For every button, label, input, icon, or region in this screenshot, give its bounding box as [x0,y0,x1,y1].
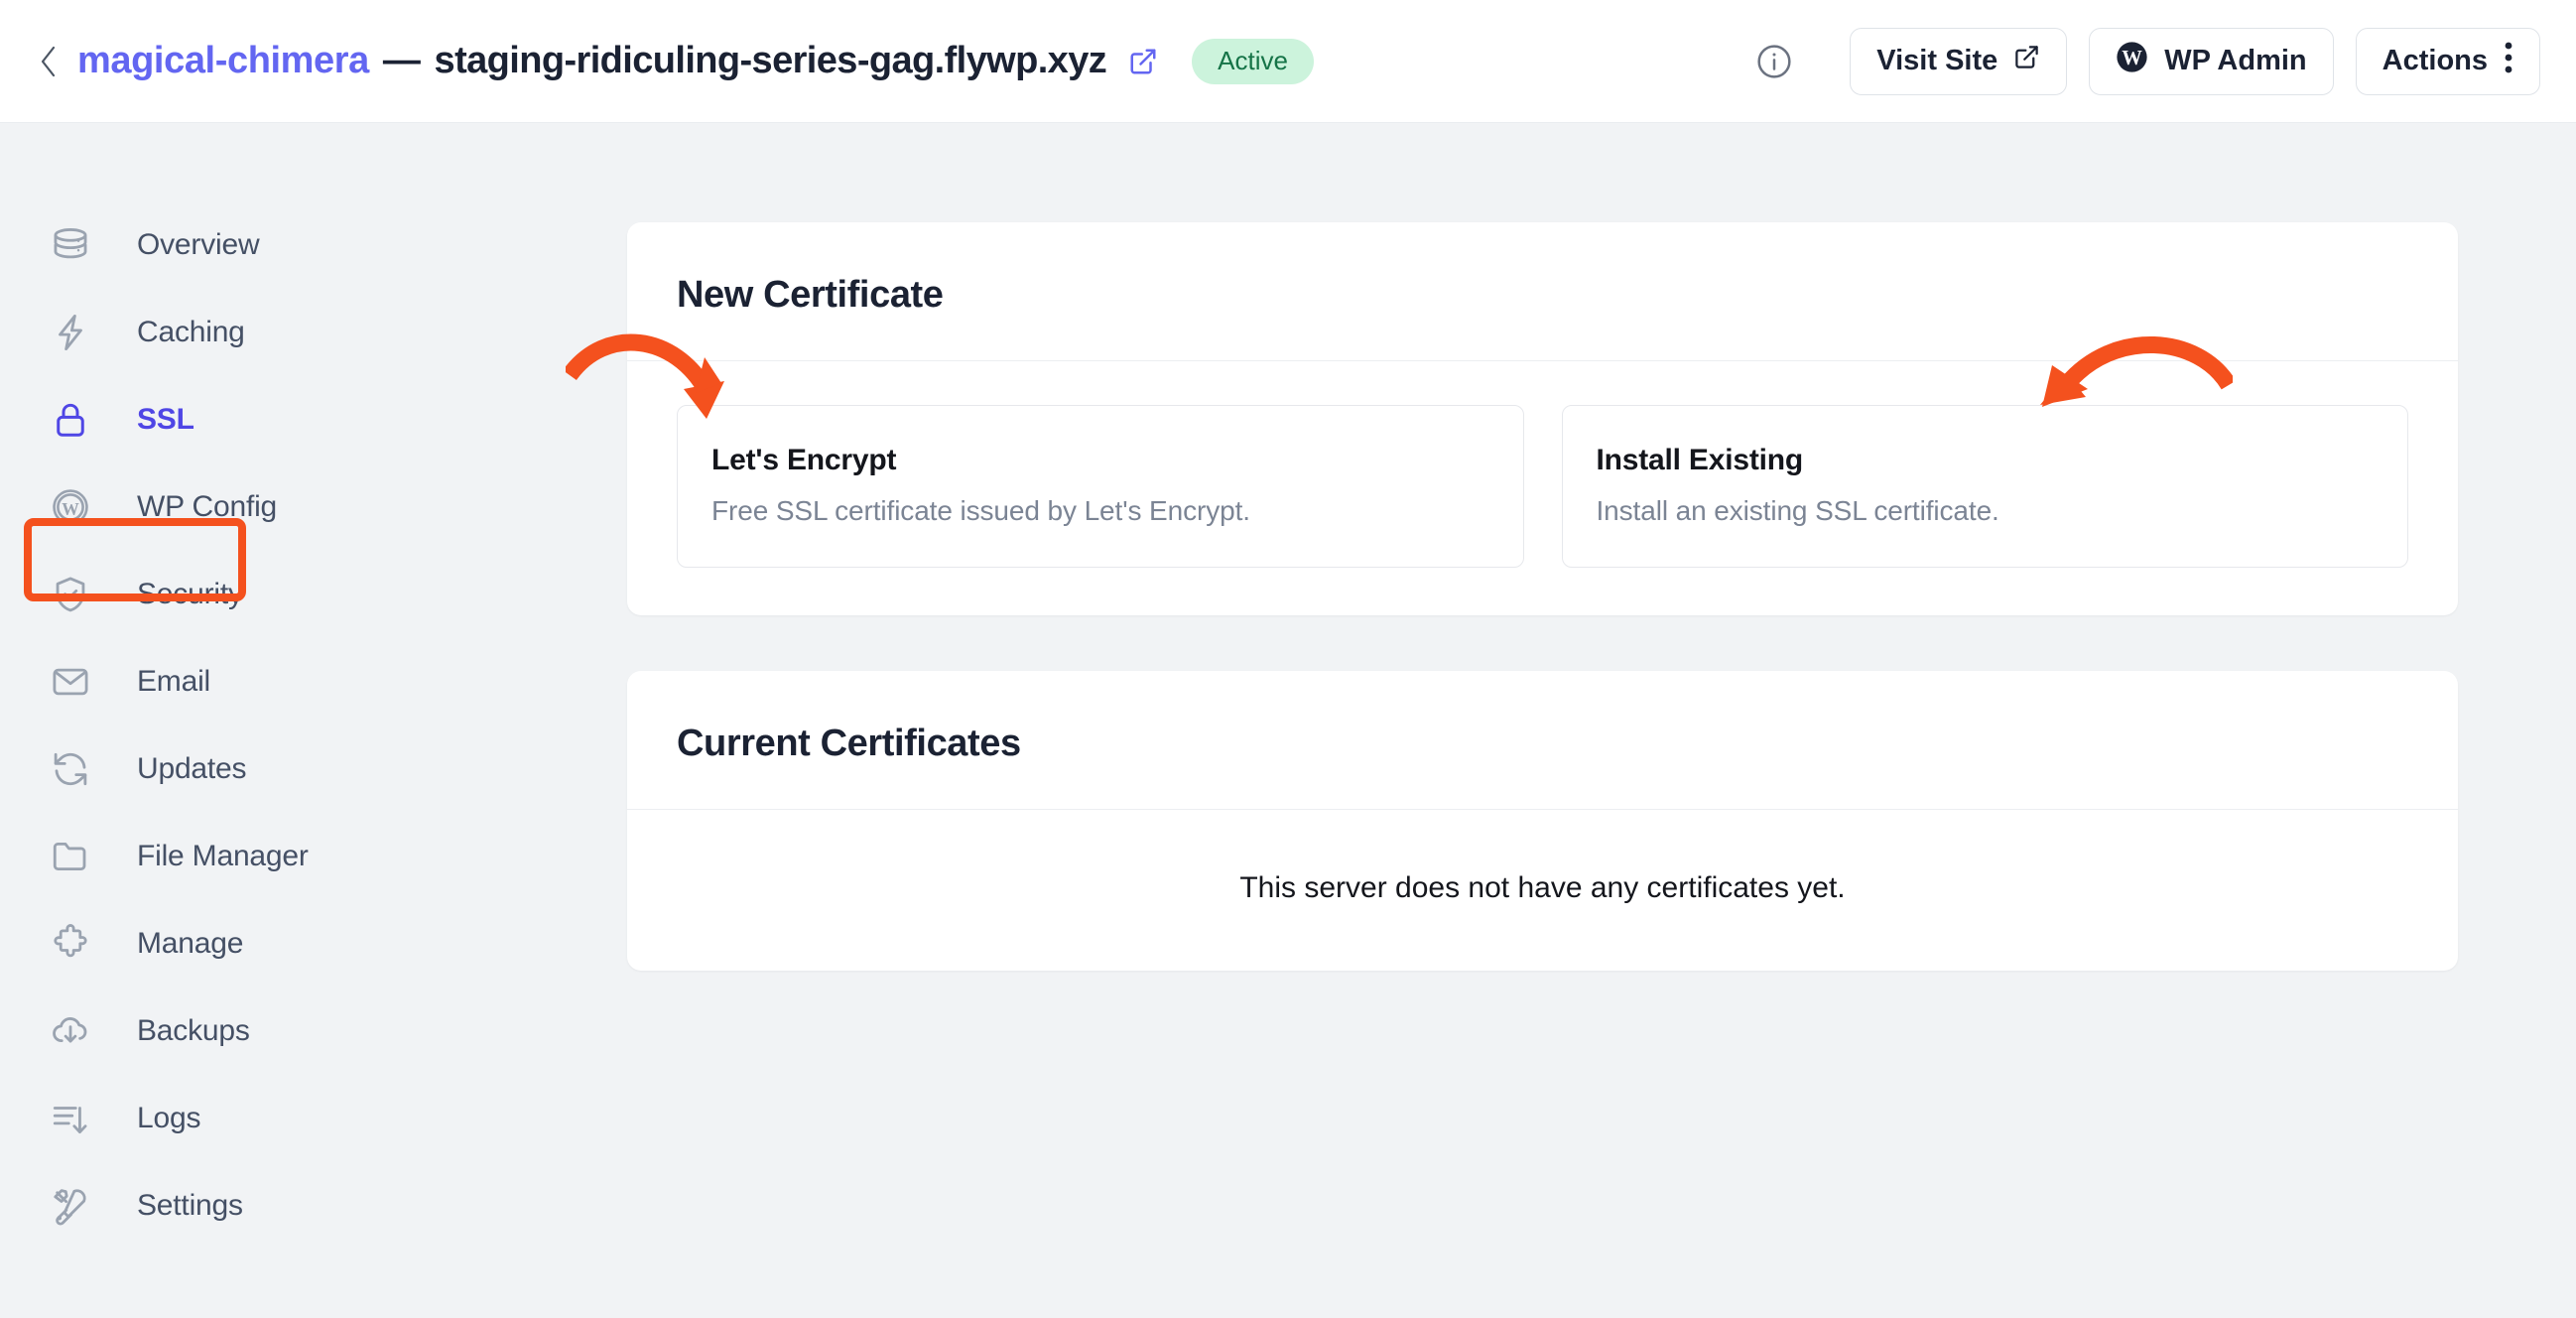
wp-admin-label: WP Admin [2164,45,2307,76]
top-bar: magical-chimera — staging-ridiculing-ser… [0,0,2576,123]
sidebar-item-email[interactable]: Email [0,655,627,709]
sidebar: Overview Caching SSL W WP Config Securit… [0,123,627,1318]
tools-icon [48,1183,93,1229]
install-existing-description: Install an existing SSL certificate. [1596,495,1999,526]
sidebar-item-backups[interactable]: Backups [0,1004,627,1058]
card-spacer [627,615,2358,671]
sidebar-item-label: Backups [137,1014,250,1047]
main-content: New Certificate Let's Encrypt Free SSL c… [627,123,2576,1318]
sidebar-item-label: Settings [137,1189,243,1222]
svg-text:W: W [62,499,79,519]
sidebar-item-overview[interactable]: Overview [0,218,627,272]
lets-encrypt-option[interactable]: Let's Encrypt Free SSL certificate issue… [677,405,1524,568]
info-circle-icon[interactable] [1752,40,1796,83]
current-certificates-card: Current Certificates This server does no… [627,671,2458,971]
install-existing-option[interactable]: Install Existing Install an existing SSL… [1561,405,2408,568]
lets-encrypt-description: Free SSL certificate issued by Let's Enc… [711,495,1250,526]
status-badge: Active [1192,38,1314,84]
current-certificates-title: Current Certificates [677,723,1021,764]
new-certificate-title: New Certificate [677,274,944,316]
visit-site-label: Visit Site [1876,45,1998,76]
sidebar-item-label: SSL [137,403,194,436]
page-title: magical-chimera — staging-ridiculing-ser… [77,38,1314,84]
visit-site-button[interactable]: Visit Site [1850,27,2068,95]
new-certificate-options: Let's Encrypt Free SSL certificate issue… [627,361,2458,615]
refresh-icon [48,746,93,792]
install-existing-title: Install Existing [1596,444,1804,476]
sidebar-item-label: Email [137,665,211,698]
bolt-icon [48,310,93,355]
sidebar-item-wp-config[interactable]: W WP Config [0,480,627,534]
sidebar-item-file-manager[interactable]: File Manager [0,830,627,883]
sidebar-item-settings[interactable]: Settings [0,1179,627,1233]
actions-label: Actions [2382,45,2488,76]
sidebar-item-label: Caching [137,316,245,348]
new-certificate-header: New Certificate [627,222,2458,361]
site-name-link[interactable]: magical-chimera [77,40,369,82]
shield-check-icon [48,572,93,617]
sidebar-item-caching[interactable]: Caching [0,306,627,359]
empty-state-message: This server does not have any certificat… [1239,871,1846,904]
server-icon [48,222,93,268]
sidebar-item-label: Manage [137,927,244,960]
actions-button[interactable]: Actions [2355,27,2540,95]
wordpress-icon: W [2116,41,2148,81]
sidebar-item-label: File Manager [137,840,309,872]
top-bar-actions: Visit Site W WP Admin Actions [1752,27,2540,95]
sidebar-item-label: Logs [137,1102,201,1134]
sidebar-item-logs[interactable]: Logs [0,1092,627,1145]
external-link-icon [2013,44,2040,78]
lets-encrypt-title: Let's Encrypt [711,444,897,476]
sidebar-item-updates[interactable]: Updates [0,742,627,796]
title-separator: — [382,40,421,81]
current-certificates-header: Current Certificates [627,671,2458,810]
sidebar-item-label: Overview [137,228,260,261]
external-link-icon[interactable] [1128,47,1158,76]
logs-icon [48,1096,93,1141]
sidebar-item-ssl[interactable]: SSL [0,393,627,447]
envelope-icon [48,659,93,705]
site-domain: staging-ridiculing-series-gag.flywp.xyz [434,40,1107,81]
folder-icon [48,834,93,879]
wp-admin-button[interactable]: W WP Admin [2089,27,2334,95]
current-certificates-body: This server does not have any certificat… [627,810,2458,971]
sidebar-item-label: WP Config [137,490,278,523]
sidebar-item-label: Updates [137,752,247,785]
puzzle-icon [48,921,93,967]
new-certificate-card: New Certificate Let's Encrypt Free SSL c… [627,222,2458,615]
wordpress-icon: W [48,484,93,530]
back-chevron-icon[interactable] [36,43,62,80]
svg-text:W: W [2122,48,2142,69]
vertical-dots-icon [2504,39,2513,84]
lock-icon [48,397,93,443]
sidebar-item-manage[interactable]: Manage [0,917,627,971]
sidebar-item-label: Security [137,578,243,610]
sidebar-item-security[interactable]: Security [0,568,627,621]
cloud-down-icon [48,1008,93,1054]
